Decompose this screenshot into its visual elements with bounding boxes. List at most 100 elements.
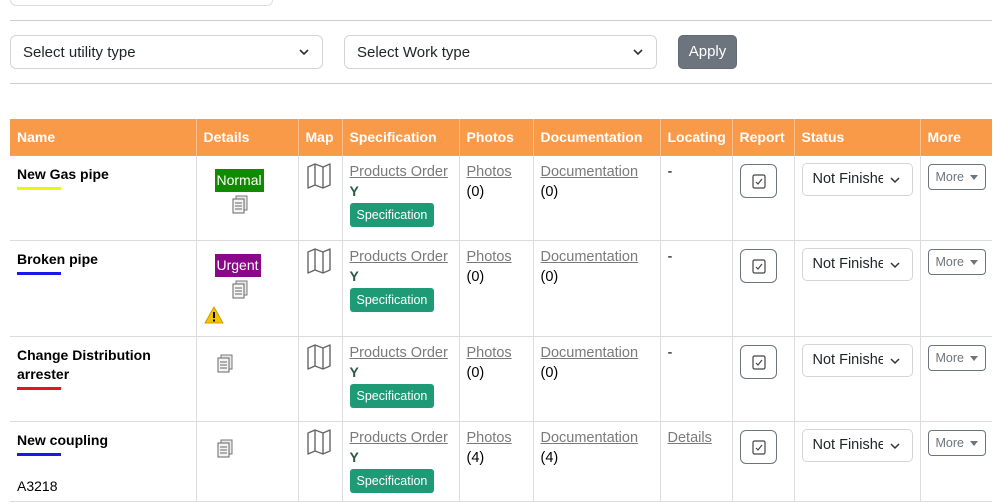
utility-color-line bbox=[17, 452, 61, 456]
work-name: New Gas pipe bbox=[17, 165, 109, 182]
utility-type-placeholder: Select utility type bbox=[23, 44, 136, 61]
details-cell bbox=[196, 421, 299, 502]
report-cell bbox=[732, 421, 795, 502]
documentation-link[interactable]: Documentation bbox=[541, 247, 653, 267]
utility-type-select[interactable]: Select utility type bbox=[10, 35, 323, 69]
status-select[interactable]: Not Finished bbox=[801, 247, 913, 281]
name-cell: New coupling A3218 bbox=[10, 421, 197, 502]
header-name: Name bbox=[10, 119, 197, 155]
specification-button[interactable]: Specification bbox=[349, 468, 435, 493]
spec-flag: Y bbox=[349, 182, 359, 199]
map-cell bbox=[298, 240, 343, 337]
products-order-link[interactable]: Products Order bbox=[350, 162, 452, 182]
name-cell: Broken pipe bbox=[10, 240, 197, 337]
header-documentation: Documentation bbox=[533, 119, 661, 155]
products-order-link[interactable]: Products Order bbox=[350, 343, 452, 363]
locating-details-link[interactable]: Details bbox=[668, 428, 725, 448]
more-dropdown-button[interactable]: More bbox=[927, 248, 986, 275]
report-cell bbox=[732, 154, 795, 241]
map-icon[interactable] bbox=[306, 343, 332, 370]
document-icon[interactable] bbox=[231, 195, 249, 215]
documentation-link[interactable]: Documentation bbox=[541, 343, 653, 363]
caret-down-icon bbox=[969, 259, 978, 265]
locating-cell: - bbox=[660, 154, 733, 241]
status-cell: Not Finished bbox=[794, 336, 921, 422]
spec-flag: Y bbox=[349, 267, 359, 284]
header-report: Report bbox=[732, 119, 795, 155]
status-select[interactable]: Not Finished bbox=[801, 162, 913, 196]
details-cell: Normal bbox=[196, 154, 299, 241]
priority-badge: Urgent bbox=[214, 253, 261, 277]
caret-down-icon bbox=[969, 174, 978, 180]
document-icon[interactable] bbox=[216, 354, 234, 374]
locating-cell: - bbox=[660, 240, 733, 337]
specification-cell: Products Order Y Specification bbox=[342, 240, 460, 337]
name-cell: New Gas pipe bbox=[10, 154, 197, 241]
documentation-link[interactable]: Documentation bbox=[541, 162, 653, 182]
photos-count: (0) bbox=[466, 183, 485, 200]
status-value: Not Finished bbox=[812, 255, 883, 272]
table-header-row: Name Details Map Specification Photos Do… bbox=[10, 119, 992, 155]
products-order-link[interactable]: Products Order bbox=[350, 428, 452, 448]
more-dropdown-button[interactable]: More bbox=[927, 344, 986, 371]
table-row: Change Distribution arrester Products Or… bbox=[10, 336, 992, 422]
document-icon[interactable] bbox=[216, 439, 234, 459]
report-button[interactable] bbox=[739, 344, 777, 379]
work-type-select[interactable]: Select Work type bbox=[344, 35, 657, 69]
more-dropdown-button[interactable]: More bbox=[927, 163, 986, 190]
specification-cell: Products Order Y Specification bbox=[342, 336, 460, 422]
locating-value: - bbox=[667, 163, 673, 180]
report-cell bbox=[732, 240, 795, 337]
utility-color-line bbox=[17, 186, 61, 190]
specification-button[interactable]: Specification bbox=[349, 287, 435, 312]
locating-cell: - bbox=[660, 336, 733, 422]
report-button[interactable] bbox=[739, 429, 777, 464]
documentation-cell: Documentation (4) bbox=[533, 421, 661, 502]
photos-cell: Photos (0) bbox=[459, 336, 534, 422]
status-cell: Not Finished bbox=[794, 154, 921, 241]
photos-link[interactable]: Photos bbox=[467, 428, 526, 448]
report-icon bbox=[751, 258, 766, 274]
report-button[interactable] bbox=[739, 248, 777, 283]
photos-count: (0) bbox=[466, 268, 485, 285]
apply-button[interactable]: Apply bbox=[678, 35, 737, 69]
table-row: New coupling A3218 Products Order Y Spec… bbox=[10, 421, 992, 502]
top-search-input[interactable] bbox=[10, 0, 273, 6]
caret-down-icon bbox=[969, 440, 978, 446]
specification-button[interactable]: Specification bbox=[349, 202, 435, 227]
map-icon[interactable] bbox=[306, 428, 332, 455]
documentation-cell: Documentation (0) bbox=[533, 336, 661, 422]
work-name: New coupling bbox=[17, 431, 108, 448]
map-icon[interactable] bbox=[306, 247, 332, 274]
map-icon[interactable] bbox=[306, 162, 332, 189]
photos-link[interactable]: Photos bbox=[467, 247, 526, 267]
more-cell: More bbox=[920, 240, 992, 337]
more-cell: More bbox=[920, 336, 992, 422]
chevron-down-icon bbox=[299, 49, 309, 56]
document-icon[interactable] bbox=[231, 280, 249, 300]
documentation-link[interactable]: Documentation bbox=[541, 428, 653, 448]
header-specification: Specification bbox=[342, 119, 460, 155]
status-select[interactable]: Not Finished bbox=[801, 343, 913, 377]
more-label: More bbox=[935, 169, 964, 184]
header-map: Map bbox=[298, 119, 343, 155]
work-code: A3218 bbox=[17, 477, 58, 494]
divider-top bbox=[10, 20, 992, 21]
products-order-link[interactable]: Products Order bbox=[350, 247, 452, 267]
specification-button[interactable]: Specification bbox=[349, 383, 435, 408]
documentation-count: (0) bbox=[540, 183, 559, 200]
details-cell bbox=[196, 336, 299, 422]
report-icon bbox=[751, 354, 766, 370]
report-button[interactable] bbox=[739, 163, 777, 198]
work-orders-table: Name Details Map Specification Photos Do… bbox=[10, 119, 992, 502]
chevron-down-icon bbox=[889, 442, 900, 449]
status-select[interactable]: Not Finished bbox=[801, 428, 913, 462]
photos-count: (4) bbox=[466, 449, 485, 466]
more-dropdown-button[interactable]: More bbox=[927, 429, 986, 456]
documentation-count: (4) bbox=[540, 449, 559, 466]
photos-link[interactable]: Photos bbox=[467, 162, 526, 182]
map-cell bbox=[298, 154, 343, 241]
report-icon bbox=[751, 173, 766, 189]
photos-link[interactable]: Photos bbox=[467, 343, 526, 363]
specification-cell: Products Order Y Specification bbox=[342, 154, 460, 241]
